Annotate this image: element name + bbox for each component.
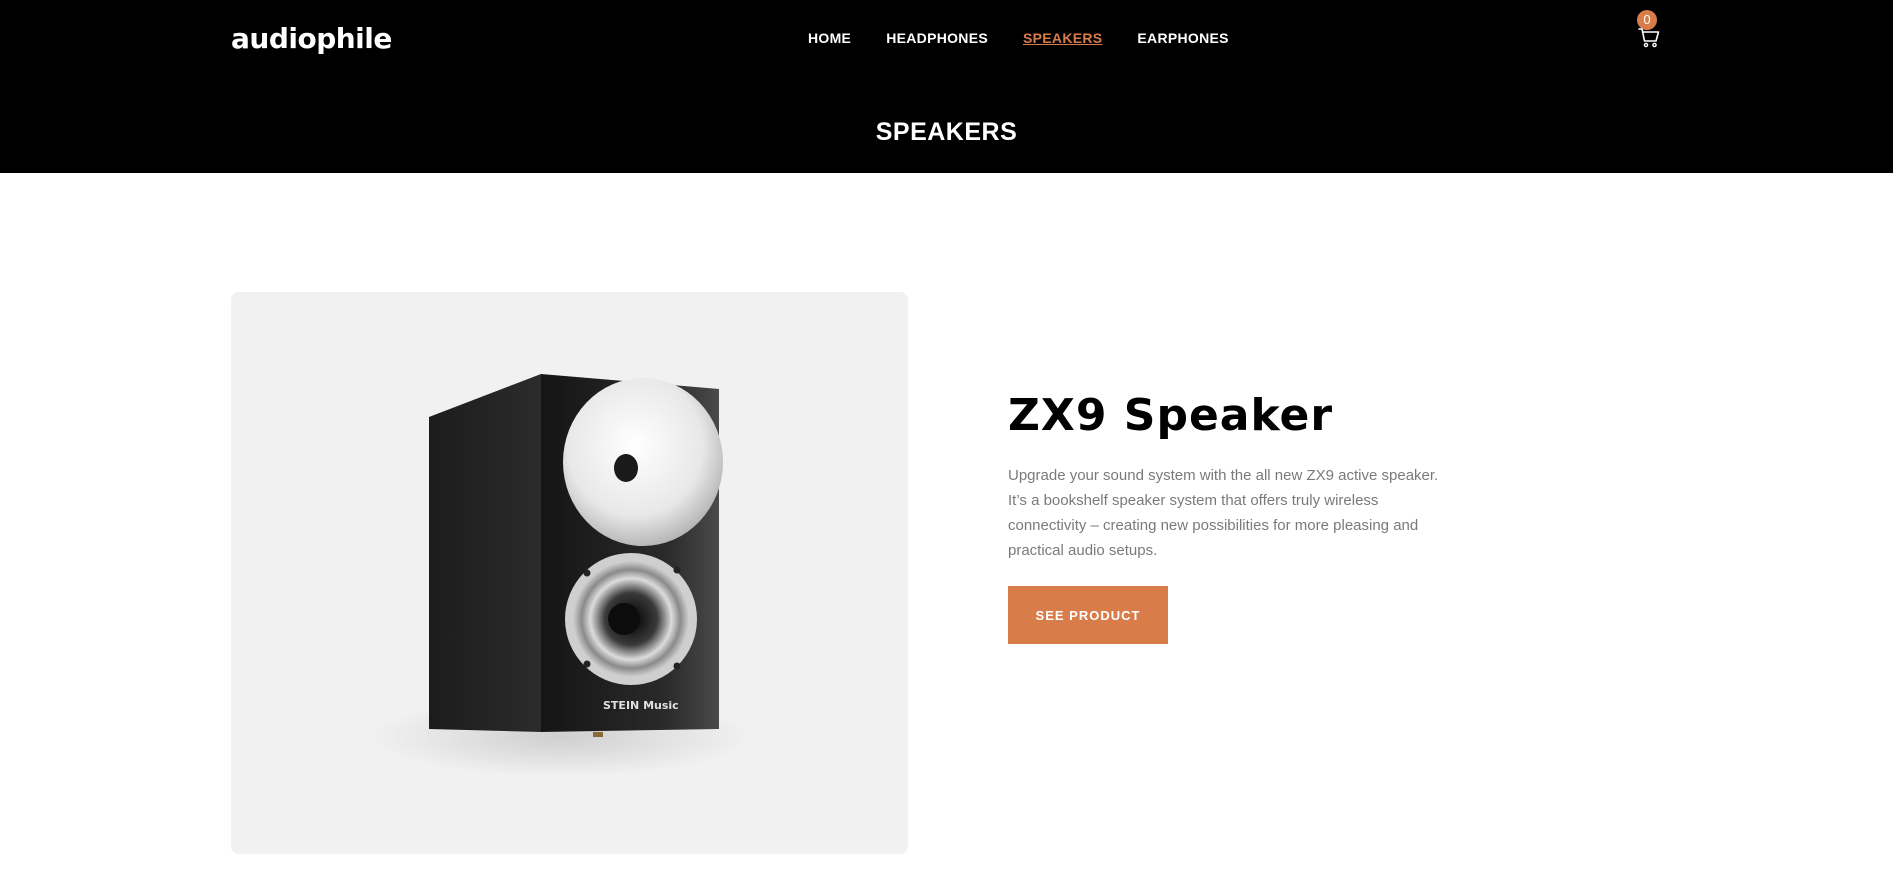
product-description: Upgrade your sound system with the all n… xyxy=(1008,467,1439,559)
cart-count-badge: 0 xyxy=(1637,10,1657,30)
product-name: ZX9 Speaker xyxy=(1008,390,1334,441)
page-title: SPEAKERS xyxy=(875,118,1018,146)
site-header: audiophile HOME HEADPHONES SPEAKERS EARP… xyxy=(0,0,1893,173)
logo[interactable]: audiophile xyxy=(231,22,392,55)
cabinet-side xyxy=(429,374,541,732)
horn-tweeter xyxy=(563,378,723,546)
product-image: STEIN Music xyxy=(231,292,908,854)
see-product-button[interactable]: SEE PRODUCT xyxy=(1008,586,1168,644)
speaker-illustration: STEIN Music xyxy=(371,374,751,777)
nav-home[interactable]: HOME xyxy=(808,29,851,47)
nav-speakers[interactable]: SPEAKERS xyxy=(1023,29,1102,47)
tweeter-center xyxy=(614,454,638,482)
speaker-brand-mark: STEIN Music xyxy=(603,699,679,712)
cart-icon xyxy=(1638,28,1660,48)
nav-earphones[interactable]: EARPHONES xyxy=(1137,29,1228,47)
woofer-dustcap xyxy=(608,603,640,635)
nav-headphones[interactable]: HEADPHONES xyxy=(886,29,988,47)
cart-button[interactable]: 0 xyxy=(1636,10,1664,50)
